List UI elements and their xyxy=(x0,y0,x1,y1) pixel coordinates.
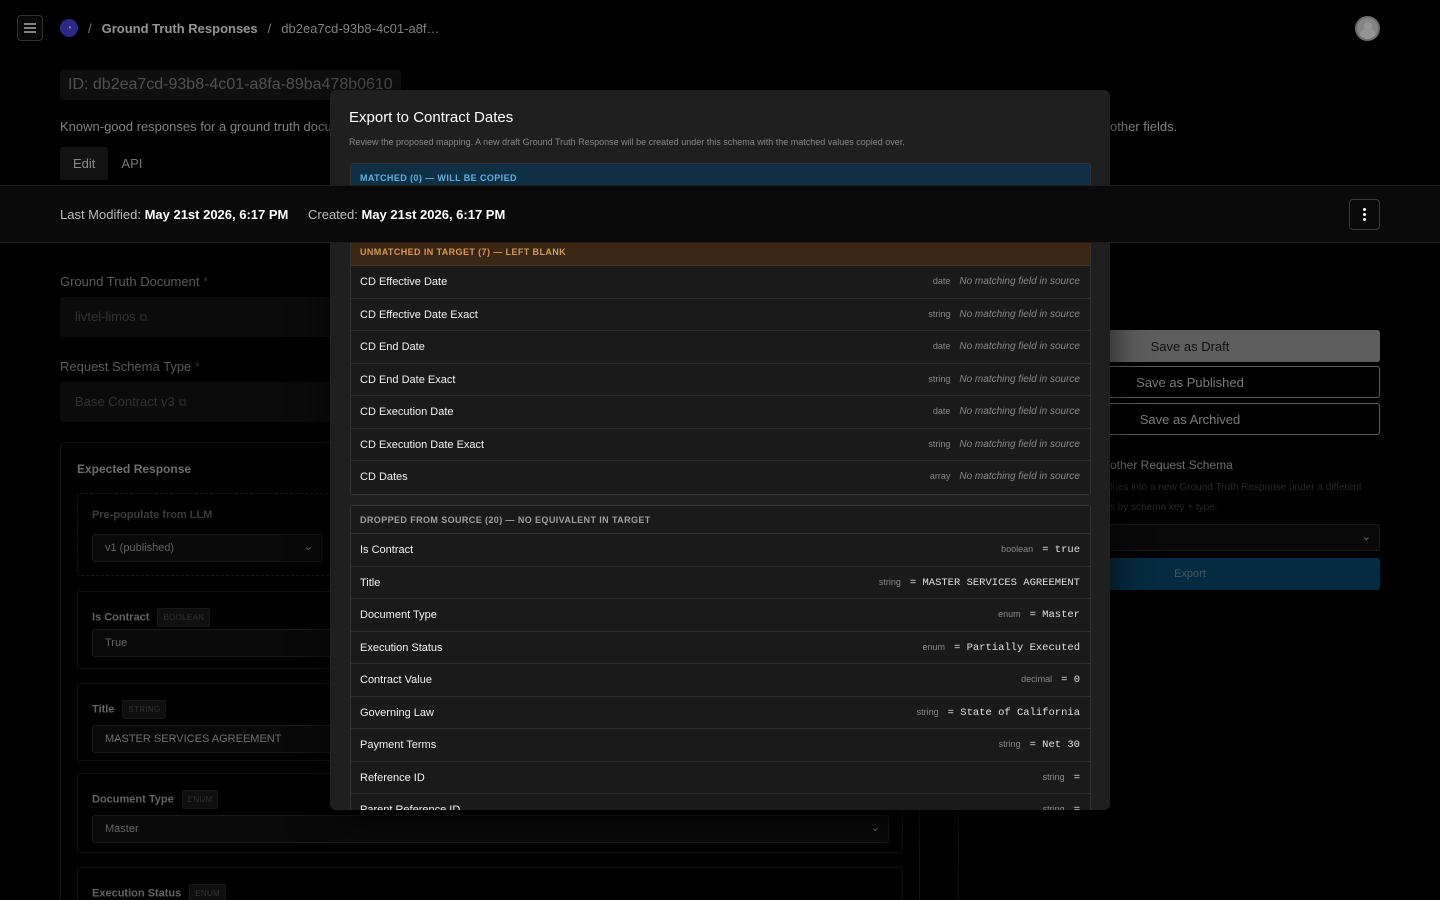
field-name: Governing Law xyxy=(360,706,434,719)
field-value: = Master xyxy=(1029,609,1080,621)
field-value: = MASTER SERVICES AGREEMENT xyxy=(909,576,1080,589)
field-type: string xyxy=(878,576,901,587)
field-type: string xyxy=(928,438,951,449)
field-type: string xyxy=(916,706,939,717)
field-type: string xyxy=(1042,771,1065,782)
field-type: string xyxy=(998,739,1021,749)
more-options-button[interactable] xyxy=(1349,199,1380,230)
dropped-row: Title string = MASTER SERVICES AGREEMENT xyxy=(351,566,1090,599)
field-type: date xyxy=(932,406,951,416)
unmatched-row: CD Dates array No matching field in source xyxy=(351,461,1090,494)
no-match-note: No matching field in source xyxy=(959,341,1080,352)
field-name: Payment Terms xyxy=(360,739,437,751)
field-name: CD Execution Date xyxy=(360,406,454,418)
field-name: CD End Date Exact xyxy=(360,373,456,386)
field-name: Title xyxy=(360,576,381,589)
unmatched-row: CD Execution Date Exact string No matching… xyxy=(351,428,1090,461)
no-match-note: No matching field in source xyxy=(959,471,1080,482)
field-value: = State of California xyxy=(947,706,1080,719)
field-type: date xyxy=(932,276,951,286)
no-match-note: No matching field in source xyxy=(959,438,1080,450)
field-name: CD Dates xyxy=(360,471,408,483)
unmatched-section: UNMATCHED IN TARGET (7) — LEFT BLANK CD … xyxy=(350,237,1091,495)
dropped-section: DROPPED FROM SOURCE (20) — NO EQUIVALENT… xyxy=(350,505,1091,810)
field-name: Is Contract xyxy=(360,544,414,556)
no-match-note: No matching field in source xyxy=(959,276,1080,287)
field-type: string xyxy=(1042,804,1065,810)
unmatched-row: CD End Date Exact string No matching field… xyxy=(351,363,1090,396)
created-date: Created: May 21st 2026, 6:17 PM xyxy=(308,207,506,222)
field-value: = true xyxy=(1042,544,1080,556)
field-type: string xyxy=(928,373,951,384)
field-name: Execution Status xyxy=(360,641,443,654)
dropped-row: Governing Law string = State of California xyxy=(351,696,1090,729)
field-value: = Net 30 xyxy=(1029,739,1080,751)
field-value: = xyxy=(1073,771,1080,784)
unmatched-row: CD Execution Date date No matching field i… xyxy=(351,396,1090,429)
field-name: Parent Reference ID xyxy=(360,804,461,810)
no-match-note: No matching field in source xyxy=(959,406,1080,417)
dropped-row: Payment Terms string = Net 30 xyxy=(351,729,1090,762)
field-type: array xyxy=(929,471,951,481)
field-name: CD End Date xyxy=(360,341,425,353)
no-match-note: No matching field in source xyxy=(959,373,1080,385)
field-name: Document Type xyxy=(360,609,437,621)
dropped-row: Is Contract boolean = true xyxy=(351,534,1090,567)
kebab-icon xyxy=(1363,208,1366,211)
dropped-row: Contract Value decimal = 0 xyxy=(351,664,1090,697)
field-value: = Partially Executed xyxy=(953,641,1080,654)
field-type: enum xyxy=(998,609,1021,619)
field-type: date xyxy=(932,341,951,351)
field-value: = xyxy=(1073,804,1080,810)
dropped-row: Parent Reference ID string = xyxy=(351,794,1090,810)
no-match-note: No matching field in source xyxy=(959,308,1080,320)
field-name: CD Execution Date Exact xyxy=(360,438,485,451)
dropped-row: Execution Status enum = Partially Executed xyxy=(351,631,1090,664)
modal-title: Export to Contract Dates xyxy=(349,109,514,126)
dropped-header: DROPPED FROM SOURCE (20) — NO EQUIVALENT… xyxy=(351,506,1090,534)
field-type: enum xyxy=(922,641,945,652)
unmatched-row: CD End Date date No matching field in sour… xyxy=(351,331,1090,364)
field-name: CD Effective Date Exact xyxy=(360,308,478,321)
last-modified: Last Modified: May 21st 2026, 6:17 PM xyxy=(60,207,289,222)
field-type: boolean xyxy=(1001,544,1034,554)
modal-subtitle: Review the proposed mapping. A new draft… xyxy=(349,137,905,147)
dropped-row: Document Type enum = Master xyxy=(351,599,1090,632)
dropped-row: Reference ID string = xyxy=(351,761,1090,794)
unmatched-row: CD Effective Date Exact string No matching… xyxy=(351,298,1090,331)
field-type: string xyxy=(928,308,951,319)
field-type: decimal xyxy=(1021,674,1053,684)
field-value: = 0 xyxy=(1061,674,1080,686)
field-name: Reference ID xyxy=(360,771,425,784)
field-name: CD Effective Date xyxy=(360,276,448,288)
modified-info-bar: Last Modified: May 21st 2026, 6:17 PM Cr… xyxy=(0,185,1440,243)
field-name: Contract Value xyxy=(360,674,432,686)
unmatched-row: CD Effective Date date No matching field i… xyxy=(351,266,1090,299)
